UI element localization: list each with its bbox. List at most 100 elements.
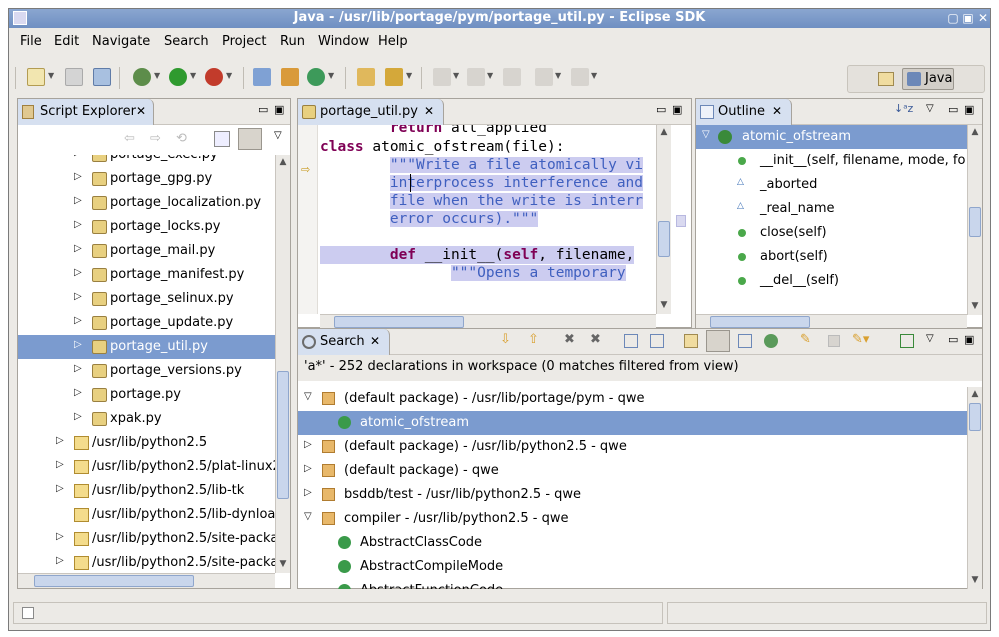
scroll-down-icon[interactable]: ▼ bbox=[276, 557, 290, 571]
tab-script-explorer[interactable]: Script Explorer ✕ bbox=[18, 99, 154, 125]
next-match-icon[interactable]: ⇩ bbox=[500, 332, 511, 347]
outline-scroll-up-icon[interactable]: ▲ bbox=[968, 125, 982, 139]
expand-arrow-icon[interactable]: ▷ bbox=[56, 531, 64, 542]
tree-item[interactable]: ▷ xpak.py bbox=[18, 407, 275, 431]
run-icon[interactable] bbox=[169, 68, 187, 86]
collapse-all-icon[interactable] bbox=[214, 131, 230, 147]
expand-arrow-icon[interactable]: ▷ bbox=[74, 195, 82, 206]
tab-portage-util[interactable]: portage_util.py ✕ bbox=[298, 99, 444, 125]
remove-all-matches-icon[interactable]: ✖ bbox=[590, 332, 601, 347]
explorer-hscroll-thumb[interactable] bbox=[34, 575, 194, 587]
maximize-editor-icon[interactable]: ▣ bbox=[672, 103, 682, 116]
java-perspective-button[interactable]: Java bbox=[902, 68, 954, 90]
print-icon[interactable] bbox=[93, 68, 111, 86]
expand-arrow-icon[interactable]: ▷ bbox=[74, 155, 82, 158]
minimize-outline-icon[interactable]: ▭ bbox=[948, 103, 958, 116]
outline-item[interactable]: △ _aborted bbox=[696, 173, 967, 197]
external-tools-icon[interactable] bbox=[205, 68, 223, 86]
outline-vscroll[interactable]: ▲ ▼ bbox=[967, 125, 982, 315]
expand-arrow-icon[interactable]: ▷ bbox=[74, 387, 82, 398]
open-type-icon[interactable] bbox=[357, 68, 375, 86]
collapse-all-search-icon[interactable] bbox=[650, 334, 664, 348]
sort-search-icon[interactable] bbox=[738, 334, 752, 348]
search-result-row[interactable]: ▷ bsddb/test - /usr/lib/python2.5 - qwe bbox=[298, 483, 967, 507]
search-history-icon[interactable]: ✎▾ bbox=[852, 332, 869, 347]
new-class-icon[interactable] bbox=[307, 68, 325, 86]
new-package-icon[interactable] bbox=[281, 68, 299, 86]
search-vscroll[interactable]: ▲ ▼ bbox=[967, 387, 982, 589]
outline-item[interactable]: △ _real_name bbox=[696, 197, 967, 221]
tree-item[interactable]: ▷ /usr/lib/python2.5/site-packages bbox=[18, 527, 275, 551]
view-menu-icon[interactable]: ▽ bbox=[274, 130, 282, 141]
cancel-search-icon[interactable] bbox=[828, 335, 840, 347]
back-nav-icon[interactable]: ⇦ bbox=[124, 131, 135, 146]
menu-help[interactable]: Help bbox=[378, 34, 408, 49]
editor-vscroll[interactable]: ▲ ▼ bbox=[656, 125, 671, 314]
expand-arrow-icon[interactable]: ▷ bbox=[74, 315, 82, 326]
open-perspective-icon[interactable] bbox=[878, 72, 894, 86]
expand-arrow-icon[interactable]: ▷ bbox=[74, 339, 82, 350]
save-icon[interactable] bbox=[65, 68, 83, 86]
menu-edit[interactable]: Edit bbox=[54, 34, 79, 49]
tree-item[interactable]: ▷ portage_manifest.py bbox=[18, 263, 275, 287]
expand-arrow-icon[interactable]: ▷ bbox=[304, 439, 312, 450]
tree-item[interactable]: ▷ portage_versions.py bbox=[18, 359, 275, 383]
outline-scroll-down-icon[interactable]: ▼ bbox=[968, 299, 982, 313]
outline-item[interactable]: __init__(self, filename, mode, fo bbox=[696, 149, 967, 173]
tree-item[interactable]: ▷ /usr/lib/python2.5 bbox=[18, 431, 275, 455]
new-wizard-icon[interactable] bbox=[27, 68, 45, 86]
expand-arrow-icon[interactable]: ▷ bbox=[74, 291, 82, 302]
next-annotation-icon[interactable] bbox=[433, 68, 451, 86]
close-tab-icon[interactable]: ✕ bbox=[136, 104, 146, 118]
scroll-up-icon[interactable]: ▲ bbox=[276, 155, 290, 169]
minimize-view-icon[interactable]: ▭ bbox=[258, 103, 268, 116]
prev-annotation-icon[interactable] bbox=[467, 68, 485, 86]
new-project-icon[interactable] bbox=[253, 68, 271, 86]
menu-run[interactable]: Run bbox=[280, 34, 305, 49]
tree-item[interactable]: ▷ /usr/lib/python2.5/site-packages bbox=[18, 551, 275, 573]
up-nav-icon[interactable]: ⟲ bbox=[176, 131, 187, 146]
menu-project[interactable]: Project bbox=[222, 34, 266, 49]
maximize-search-icon[interactable]: ▣ bbox=[964, 333, 974, 346]
expand-arrow-icon[interactable]: ▷ bbox=[304, 463, 312, 474]
maximize-button[interactable]: ▣ bbox=[960, 10, 976, 26]
search-scroll-up-icon[interactable]: ▲ bbox=[968, 387, 982, 401]
expand-arrow-icon[interactable]: ▷ bbox=[74, 363, 82, 374]
search-result-row[interactable]: AbstractClassCode bbox=[298, 531, 967, 555]
tree-item[interactable]: ▷ portage_mail.py bbox=[18, 239, 275, 263]
maximize-outline-icon[interactable]: ▣ bbox=[964, 103, 974, 116]
tree-item[interactable]: ▷ portage_util.py bbox=[18, 335, 275, 359]
collapse-arrow-icon[interactable]: ▽ bbox=[702, 129, 710, 140]
expand-arrow-icon[interactable]: ▷ bbox=[74, 411, 82, 422]
outline-item[interactable]: close(self) bbox=[696, 221, 967, 245]
search-result-row[interactable]: ▽ (default package) - /usr/lib/portage/py… bbox=[298, 387, 967, 411]
last-edit-icon[interactable] bbox=[503, 68, 521, 86]
minimize-editor-icon[interactable]: ▭ bbox=[656, 103, 666, 116]
editor-vscroll-thumb[interactable] bbox=[658, 221, 670, 257]
show-as-list-icon[interactable] bbox=[684, 334, 698, 348]
previous-match-icon[interactable]: ⇧ bbox=[528, 332, 539, 347]
expand-arrow-icon[interactable]: ▷ bbox=[74, 243, 82, 254]
tree-item[interactable]: ▷ /usr/lib/python2.5/plat-linux2 bbox=[18, 455, 275, 479]
search-tool-icon[interactable] bbox=[385, 68, 403, 86]
expand-arrow-icon[interactable]: ▷ bbox=[74, 219, 82, 230]
editor-scroll-down-icon[interactable]: ▼ bbox=[657, 298, 671, 312]
expand-all-icon[interactable] bbox=[624, 334, 638, 348]
fast-view-icon[interactable] bbox=[22, 607, 34, 619]
back-icon[interactable] bbox=[535, 68, 553, 86]
debug-icon[interactable] bbox=[133, 68, 151, 86]
outline-root[interactable]: ▽ atomic_ofstream bbox=[696, 125, 967, 149]
tab-outline[interactable]: Outline ✕ bbox=[696, 99, 792, 125]
search-result-row[interactable]: ▷ (default package) - /usr/lib/python2.5 … bbox=[298, 435, 967, 459]
editor-hscroll-thumb[interactable] bbox=[334, 316, 464, 328]
tree-item[interactable]: ▷ portage_selinux.py bbox=[18, 287, 275, 311]
tree-item[interactable]: ▷ portage_localization.py bbox=[18, 191, 275, 215]
tree-item[interactable]: ▷ portage_exec.py bbox=[18, 155, 275, 167]
expand-arrow-icon[interactable]: ▷ bbox=[74, 171, 82, 182]
code-area[interactable]: return all_applied class atomic_ofstream(… bbox=[320, 125, 656, 314]
search-vscroll-thumb[interactable] bbox=[969, 403, 981, 431]
pin-search-icon[interactable]: ✎ bbox=[800, 332, 811, 347]
search-result-row[interactable]: AbstractFunctionCode bbox=[298, 579, 967, 589]
search-menu-icon[interactable]: ▽ bbox=[926, 333, 934, 344]
link-with-editor-icon[interactable] bbox=[238, 128, 262, 150]
